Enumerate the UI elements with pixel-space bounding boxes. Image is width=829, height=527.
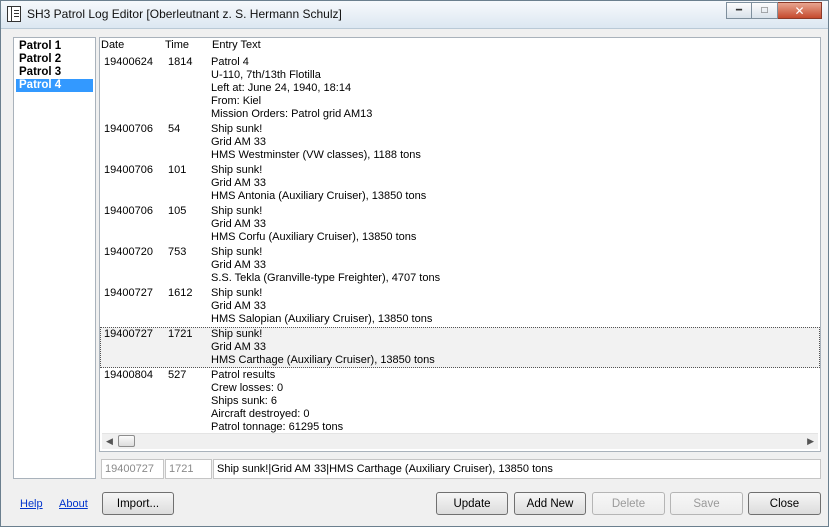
patrol-item[interactable]: Patrol 4 xyxy=(16,79,93,92)
log-entry-row[interactable]: 19400720 753 Ship sunk! Grid AM 33 S.S. Tekl… xyxy=(100,245,820,286)
entry-text-line: Ship sunk! xyxy=(211,328,263,340)
entry-date: 19400706 xyxy=(104,123,153,135)
entry-date: 19400720 xyxy=(104,246,153,258)
entry-text-line: Grid AM 33 xyxy=(211,341,267,353)
entry-text-line: From: Kiel xyxy=(211,95,262,107)
maximize-icon: □ xyxy=(761,5,768,16)
entry-text-line: S.S. Tekla (Granville-type Freighter), 4… xyxy=(211,272,441,284)
close-window-button[interactable]: ✕ xyxy=(778,2,822,19)
entry-time: 105 xyxy=(168,205,187,217)
entry-text-line: U-110, 7th/13th Flotilla xyxy=(211,69,321,81)
entry-time: 753 xyxy=(168,246,187,258)
entry-text-line: Ships sunk: 6 xyxy=(211,395,278,407)
entry-text-line: Grid AM 33 xyxy=(211,177,267,189)
entry-text-line: Ship sunk! xyxy=(211,164,263,176)
scroll-right-icon[interactable]: ▶ xyxy=(807,436,814,447)
time-field[interactable]: 1721 xyxy=(165,459,212,479)
app-window: SH3 Patrol Log Editor [Oberleutnant z. S… xyxy=(0,0,829,527)
patrol-list[interactable]: Patrol 1 Patrol 2 Patrol 3 Patrol 4 xyxy=(13,37,96,479)
entry-text-line: Grid AM 33 xyxy=(211,218,267,230)
log-book-icon xyxy=(7,6,21,22)
log-entry-row[interactable]: 19400804 527 Patrol results Crew losses: 0S… xyxy=(100,368,820,435)
entry-time: 1612 xyxy=(168,287,193,299)
entry-time: 101 xyxy=(168,164,187,176)
log-entry-row[interactable]: 19400706 105 Ship sunk! Grid AM 33 HMS Corfu… xyxy=(100,204,820,245)
window-controls: ━ □ ✕ xyxy=(726,2,822,19)
column-header-time[interactable]: Time xyxy=(165,39,189,51)
entry-text-line: Aircraft destroyed: 0 xyxy=(211,408,310,420)
entry-text-line: HMS Westminster (VW classes), 1188 tons xyxy=(211,149,421,161)
add-new-button[interactable]: Add New xyxy=(514,492,586,515)
entry-time: 54 xyxy=(168,123,181,135)
entry-date: 19400706 xyxy=(104,164,153,176)
entry-date: 19400706 xyxy=(104,205,153,217)
horizontal-scrollbar[interactable]: ◀ ▶ xyxy=(102,433,818,449)
scroll-left-icon[interactable]: ◀ xyxy=(106,436,113,447)
log-entry-row[interactable]: 19400727 1721 Ship sunk! Grid AM 33 HMS Cart… xyxy=(100,327,820,368)
entry-text-field[interactable]: Ship sunk!|Grid AM 33|HMS Carthage (Auxi… xyxy=(213,459,821,479)
entry-text-line: Ship sunk! xyxy=(211,205,263,217)
column-header-entry-text[interactable]: Entry Text xyxy=(212,39,261,51)
log-entry-row[interactable]: 19400624 1814 Patrol 4 U-110, 7th/13th Flot… xyxy=(100,55,820,122)
entry-text-line: Patrol results xyxy=(211,369,276,381)
close-icon: ✕ xyxy=(794,3,805,18)
entry-time: 1721 xyxy=(168,328,193,340)
patrol-item[interactable]: Patrol 3 xyxy=(16,66,93,79)
column-header-date[interactable]: Date xyxy=(101,39,124,51)
entry-date: 19400804 xyxy=(104,369,153,381)
entry-text-line: Ship sunk! xyxy=(211,123,263,135)
delete-button[interactable]: Delete xyxy=(592,492,665,515)
minimize-button[interactable]: ━ xyxy=(726,2,752,19)
minimize-icon: ━ xyxy=(735,5,743,16)
log-entries-list[interactable]: Date Time Entry Text 19400624 1814 Patrol … xyxy=(99,37,821,452)
entry-text-line: HMS Carthage (Auxiliary Cruiser), 13850 … xyxy=(211,354,435,366)
scroll-thumb[interactable] xyxy=(118,435,135,447)
log-entry-row[interactable]: 19400727 1612 Ship sunk! Grid AM 33 HMS Salo… xyxy=(100,286,820,327)
entry-date: 19400727 xyxy=(104,287,153,299)
title-bar[interactable]: SH3 Patrol Log Editor [Oberleutnant z. S… xyxy=(1,1,828,29)
entry-text-line: Crew losses: 0 xyxy=(211,382,284,394)
save-button[interactable]: Save xyxy=(670,492,743,515)
entry-text-line: Ship sunk! xyxy=(211,287,263,299)
window-title: SH3 Patrol Log Editor [Oberleutnant z. S… xyxy=(27,7,342,21)
date-field[interactable]: 19400727 xyxy=(101,459,164,479)
help-link[interactable]: Help xyxy=(20,498,43,510)
close-button[interactable]: Close xyxy=(748,492,821,515)
entries-body: 19400624 1814 Patrol 4 U-110, 7th/13th Flot… xyxy=(100,55,820,435)
patrol-item[interactable]: Patrol 1 xyxy=(16,40,93,53)
entry-text-line: Left at: June 24, 1940, 18:14 xyxy=(211,82,352,94)
entry-text-line: Mission Orders: Patrol grid AM13 xyxy=(211,108,373,120)
import-button[interactable]: Import... xyxy=(102,492,174,515)
entry-time: 1814 xyxy=(168,56,193,68)
entry-date: 19400624 xyxy=(104,56,153,68)
entry-text-line: HMS Corfu (Auxiliary Cruiser), 13850 ton… xyxy=(211,231,417,243)
entry-time: 527 xyxy=(168,369,187,381)
maximize-button[interactable]: □ xyxy=(752,2,778,19)
update-button[interactable]: Update xyxy=(436,492,508,515)
log-entry-row[interactable]: 19400706 54 Ship sunk! Grid AM 33 HMS Westmi… xyxy=(100,122,820,163)
entry-text-line: Grid AM 33 xyxy=(211,259,267,271)
about-link[interactable]: About xyxy=(59,498,88,510)
entry-text-line: Grid AM 33 xyxy=(211,300,267,312)
patrol-item[interactable]: Patrol 2 xyxy=(16,53,93,66)
entry-text-line: HMS Salopian (Auxiliary Cruiser), 13850 … xyxy=(211,313,433,325)
entry-date: 19400727 xyxy=(104,328,153,340)
entry-text-line: Ship sunk! xyxy=(211,246,263,258)
log-entry-row[interactable]: 19400706 101 Ship sunk! Grid AM 33 HMS Anton… xyxy=(100,163,820,204)
entry-text-line: Patrol 4 xyxy=(211,56,249,68)
entry-text-line: Grid AM 33 xyxy=(211,136,267,148)
list-header: Date Time Entry Text xyxy=(100,38,820,54)
entry-text-line: HMS Antonia (Auxiliary Cruiser), 13850 t… xyxy=(211,190,427,202)
